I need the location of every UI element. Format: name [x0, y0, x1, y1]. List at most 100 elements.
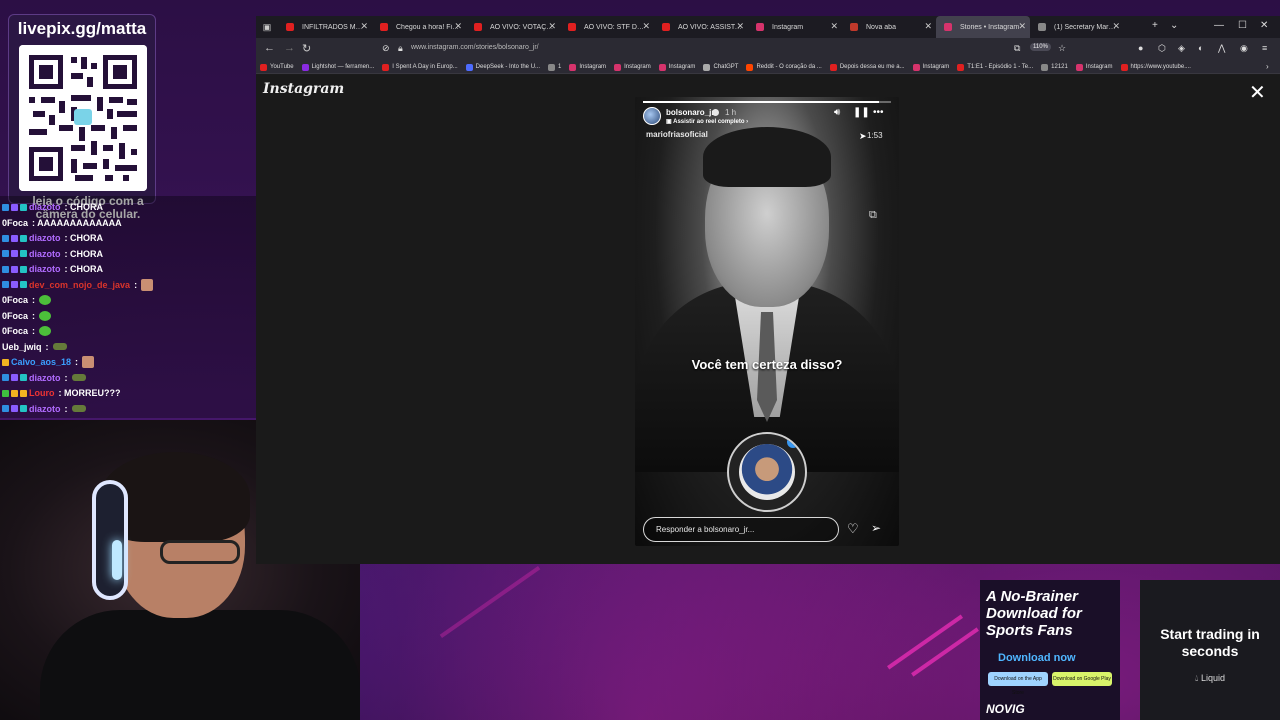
zoom-level[interactable]: 110% [1030, 43, 1051, 51]
tracking-shield-icon[interactable]: ⊘ [382, 43, 390, 54]
app-store-button[interactable]: Download on the App Store [988, 672, 1048, 696]
profile-seal-sticker[interactable] [727, 432, 807, 512]
more-options-icon[interactable]: ••• [873, 107, 884, 118]
bookmark-label: I Spent A Day in Europ... [392, 63, 458, 70]
picture-in-picture-icon[interactable]: ⧉ [869, 209, 877, 222]
close-tab-icon[interactable]: ✕ [1018, 21, 1026, 32]
close-tab-icon[interactable]: ✕ [830, 21, 838, 32]
chat-username[interactable]: diazoto [29, 249, 61, 259]
extensions-puzzle-icon[interactable]: ⬡ [1158, 43, 1166, 54]
forward-icon[interactable]: → [284, 42, 295, 54]
browser-tab[interactable]: Stories • Instagram ✕ [936, 16, 1030, 38]
bookmarks-overflow-icon[interactable]: › [1266, 62, 1269, 71]
url-bar[interactable]: www.instagram.com/stories/bolsonaro_jr/ [411, 44, 539, 51]
tab-overview-icon[interactable]: ▣ [256, 16, 278, 38]
avatar[interactable] [643, 107, 661, 125]
browser-tab[interactable]: Instagram ✕ [748, 16, 842, 38]
bookmark-item[interactable]: Instagram [1072, 63, 1117, 71]
browser-window: ▣ INFILTRADOS MOSTRA...✕Chegou a hora! F… [256, 16, 1280, 564]
story-viewer[interactable]: bolsonaro_jr 1 h ▣ Assistir ao reel comp… [635, 97, 899, 546]
chat-username[interactable]: diazoto [29, 404, 61, 414]
browser-tab[interactable]: AO VIVO: VOTAÇÃO D...✕ [466, 16, 560, 38]
google-play-button[interactable]: Download on Google Play [1052, 672, 1112, 686]
send-icon[interactable]: ➢ [871, 521, 881, 535]
instagram-logo[interactable]: Instagram [263, 81, 344, 97]
browser-tab[interactable]: (1) Secretary Marco Ru...✕ [1030, 16, 1124, 38]
new-tab-button[interactable]: + [1152, 20, 1158, 31]
chat-username[interactable]: 0Foca [2, 218, 28, 228]
chat-username[interactable]: diazoto [29, 264, 61, 274]
account-icon[interactable]: ◉ [1240, 43, 1248, 54]
bookmark-item[interactable]: Reddit - O coração da ... [742, 63, 825, 71]
like-heart-icon[interactable]: ♡ [847, 521, 859, 537]
liquid-ad[interactable]: Start trading in seconds 💧︎ Liquid [1140, 580, 1280, 720]
browser-tab[interactable]: INFILTRADOS MOSTRA...✕ [278, 16, 372, 38]
bookmark-item[interactable]: DeepSeek - Into the U... [462, 63, 544, 71]
navigation-bar: ← → ↻ ⊘ 🔒︎ www.instagram.com/stories/bol… [256, 38, 1280, 60]
menu-icon[interactable]: ≡ [1262, 43, 1267, 53]
screenshot-icon[interactable]: ⧉ [1014, 43, 1020, 54]
bookmark-item[interactable]: ChatGPT [699, 63, 742, 71]
minimize-button[interactable]: — [1214, 20, 1224, 31]
reload-icon[interactable]: ↻ [302, 42, 311, 55]
pocket-icon[interactable]: ⋀ [1218, 43, 1225, 54]
watch-full-reel-link[interactable]: ▣ Assistir ao reel completo › [666, 118, 748, 125]
reply-input[interactable] [643, 517, 839, 542]
chat-text: : [32, 295, 36, 305]
ad-brand-label: Liquid [1201, 673, 1226, 683]
bookmark-item[interactable]: 12121 [1037, 63, 1072, 71]
bookmark-item[interactable]: T1:E1 - Episódio 1 - Te... [953, 63, 1037, 71]
browser-tab[interactable]: Chegou a hora! Finalm...✕ [372, 16, 466, 38]
close-tab-icon[interactable]: ✕ [360, 21, 368, 32]
ad-download-button[interactable]: Download now [998, 652, 1076, 664]
bookmark-item[interactable]: https://www.youtube.... [1117, 63, 1195, 71]
close-tab-icon[interactable]: ✕ [548, 21, 556, 32]
chat-badge-icon [2, 374, 9, 381]
bookmark-item[interactable]: I Spent A Day in Europ... [378, 63, 461, 71]
browser-tab[interactable]: AO VIVO: STF DEFINE F...✕ [560, 16, 654, 38]
close-tab-icon[interactable]: ✕ [924, 21, 932, 32]
bookmark-star-icon[interactable]: ☆ [1058, 43, 1066, 54]
novig-ad[interactable]: A No-Brainer Download for Sports Fans Do… [980, 580, 1120, 720]
browser-tab[interactable]: AO VIVO: ASSISTA: Bol...✕ [654, 16, 748, 38]
shield-extension-icon[interactable]: ◈ [1178, 43, 1185, 54]
lock-icon[interactable]: 🔒︎ [398, 43, 403, 54]
chat-username[interactable]: diazoto [29, 373, 61, 383]
chat-username[interactable]: Ueb_jwiq [2, 342, 42, 352]
bookmark-item[interactable]: Instagram [565, 63, 610, 71]
bookmark-item[interactable]: Instagram [610, 63, 655, 71]
story-username[interactable]: bolsonaro_jr [666, 108, 714, 117]
chat-username[interactable]: diazoto [29, 202, 61, 212]
extension-icon[interactable]: ● [1138, 43, 1143, 53]
close-story-icon[interactable]: ✕ [1249, 83, 1266, 103]
bookmark-item[interactable]: Depois dessa eu me a... [826, 63, 909, 71]
chat-emote-icon [39, 295, 52, 305]
browser-tab[interactable]: Nova aba ✕ [842, 16, 936, 38]
bookmark-item[interactable]: YouTube [256, 63, 298, 71]
close-tab-icon[interactable]: ✕ [736, 21, 744, 32]
story-mention[interactable]: mariofriasoficial [646, 130, 708, 139]
close-tab-icon[interactable]: ✕ [454, 21, 462, 32]
close-window-button[interactable]: ✕ [1260, 20, 1268, 31]
maximize-button[interactable]: ☐ [1238, 20, 1247, 31]
chat-badge-icon [20, 405, 27, 412]
chat-username[interactable]: diazoto [29, 233, 61, 243]
close-tab-icon[interactable]: ✕ [1112, 21, 1120, 32]
chat-username[interactable]: Calvo_aos_18 [11, 357, 71, 367]
chat-message: Louro: MORREU??? [2, 386, 121, 400]
bookmark-item[interactable]: Instagram [655, 63, 700, 71]
bookmark-item[interactable]: Lightshot — ferramen... [298, 63, 379, 71]
tab-list-chevron-icon[interactable]: ⌄ [1170, 20, 1178, 31]
back-icon[interactable]: ← [264, 42, 275, 54]
chat-username[interactable]: 0Foca [2, 311, 28, 321]
chat-username[interactable]: Louro [29, 388, 55, 398]
close-tab-icon[interactable]: ✕ [642, 21, 650, 32]
chat-username[interactable]: 0Foca [2, 326, 28, 336]
bookmark-item[interactable]: 1 [544, 63, 565, 71]
chat-username[interactable]: dev_com_nojo_de_java [29, 280, 130, 290]
pause-icon[interactable]: ❚❚ [853, 107, 870, 118]
audio-icon[interactable]: ◐ [1198, 43, 1203, 53]
volume-icon[interactable]: 🔊︎ [834, 107, 840, 118]
bookmark-item[interactable]: Instagram [909, 63, 954, 71]
chat-username[interactable]: 0Foca [2, 295, 28, 305]
